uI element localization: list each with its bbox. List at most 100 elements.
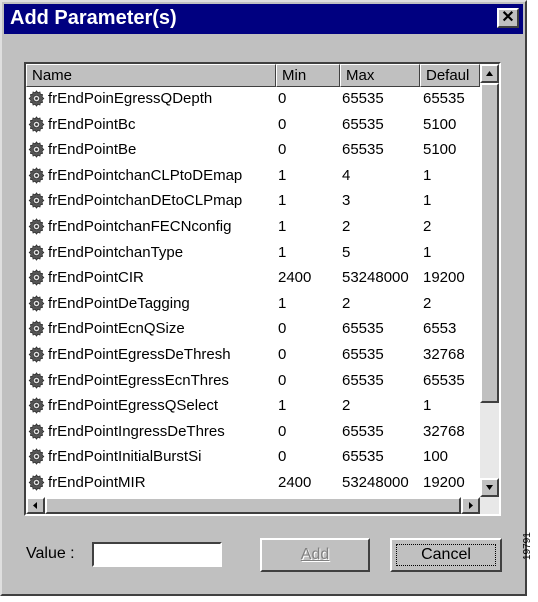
gear-icon bbox=[28, 371, 45, 389]
scroll-left-button[interactable] bbox=[26, 497, 45, 514]
param-name: frEndPoinEgressQDepth bbox=[48, 90, 213, 107]
column-header-name[interactable]: Name bbox=[26, 64, 276, 87]
table-row[interactable]: frEndPointCIR 2400 53248000 19200 bbox=[26, 266, 480, 289]
cancel-button[interactable]: Cancel bbox=[390, 538, 502, 572]
param-name: frEndPointchanFECNconfig bbox=[48, 218, 232, 235]
gear-icon bbox=[28, 141, 45, 158]
param-name: frEndPointchanCLPtoDEmap bbox=[48, 166, 243, 184]
param-name: frEndPointDeTagging bbox=[48, 294, 190, 312]
arrow-left-icon bbox=[33, 502, 37, 509]
value-label: Value : bbox=[26, 545, 75, 562]
gear-icon bbox=[28, 423, 45, 440]
parameter-list[interactable]: Name Min Max Defaul frEndPoinEgressQDept… bbox=[24, 62, 501, 516]
gear-icon bbox=[28, 243, 45, 261]
param-name: frEndPointEcnQSize bbox=[48, 320, 185, 338]
table-row[interactable]: frEndPointEgressQSelect 1 2 1 bbox=[26, 394, 480, 417]
param-default: 5100 bbox=[423, 141, 457, 159]
param-default: 6553 bbox=[423, 320, 457, 338]
cancel-button-label: Cancel bbox=[421, 546, 471, 563]
table-row[interactable]: frEndPoinEgressQDepth 0 65535 65535 bbox=[26, 87, 480, 110]
param-min: 1 bbox=[278, 294, 287, 312]
param-min: 0 bbox=[278, 422, 287, 440]
param-max: 53248000 bbox=[342, 269, 409, 287]
param-min: 0 bbox=[278, 115, 287, 133]
vertical-scroll-thumb[interactable] bbox=[480, 83, 499, 403]
param-min: 1 bbox=[278, 192, 287, 210]
param-max: 53248000 bbox=[342, 474, 409, 491]
param-max: 2 bbox=[342, 397, 351, 415]
param-min: 0 bbox=[278, 346, 287, 363]
scroll-up-button[interactable] bbox=[480, 64, 499, 83]
gear-icon bbox=[28, 397, 45, 414]
gear-icon bbox=[28, 474, 45, 491]
table-row[interactable]: frEndPointBc 0 65535 5100 bbox=[26, 113, 480, 136]
gear-icon bbox=[28, 346, 45, 363]
scroll-right-button[interactable] bbox=[461, 497, 480, 514]
table-row[interactable]: frEndPointchanDEtoCLPmap 1 3 1 bbox=[26, 189, 480, 212]
parameter-rows: frEndPoinEgressQDepth 0 65535 65535 frEndPoi… bbox=[26, 87, 480, 497]
table-row[interactable]: frEndPointBe 0 65535 5100 bbox=[26, 138, 480, 161]
column-header-default[interactable]: Defaul bbox=[420, 64, 480, 87]
param-default: 1 bbox=[423, 243, 432, 261]
param-name: frEndPointInitialBurstSi bbox=[48, 448, 202, 466]
table-row[interactable]: frEndPointEgressEcnThres 0 65535 65535 bbox=[26, 369, 480, 392]
table-row[interactable]: frEndPointIngressDeThres 0 65535 32768 bbox=[26, 420, 480, 443]
add-button[interactable]: Add bbox=[260, 538, 370, 572]
table-row[interactable]: frEndPointchanCLPtoDEmap 1 4 1 bbox=[26, 164, 480, 187]
param-min: 1 bbox=[278, 397, 287, 415]
scroll-down-button[interactable] bbox=[480, 478, 499, 497]
param-min: 1 bbox=[278, 243, 287, 261]
param-min: 2400 bbox=[278, 269, 312, 287]
param-default: 2 bbox=[423, 218, 432, 235]
horizontal-scroll-thumb[interactable] bbox=[45, 497, 461, 514]
arrow-up-icon bbox=[486, 71, 493, 76]
table-row[interactable]: frEndPointEcnQSize 0 65535 6553 bbox=[26, 317, 480, 340]
param-min: 1 bbox=[278, 218, 287, 235]
gear-icon bbox=[28, 295, 45, 312]
dialog-title: Add Parameter(s) bbox=[10, 7, 177, 29]
param-min: 0 bbox=[278, 448, 287, 466]
param-default: 32768 bbox=[423, 422, 465, 440]
param-min: 1 bbox=[278, 166, 287, 184]
param-default: 5100 bbox=[423, 115, 457, 133]
param-default: 19200 bbox=[423, 474, 465, 491]
param-name: frEndPointBc bbox=[48, 115, 136, 133]
param-default: 32768 bbox=[423, 346, 465, 363]
param-max: 65535 bbox=[342, 422, 384, 440]
param-max: 5 bbox=[342, 243, 351, 261]
param-min: 0 bbox=[278, 371, 287, 389]
gear-icon bbox=[28, 218, 45, 235]
param-default: 1 bbox=[423, 397, 432, 415]
close-button[interactable]: ✕ bbox=[497, 8, 519, 28]
param-default: 100 bbox=[423, 448, 449, 466]
table-row[interactable]: frEndPointMIR 2400 53248000 19200 bbox=[26, 471, 480, 494]
param-max: 65535 bbox=[342, 90, 384, 107]
param-max: 65535 bbox=[342, 115, 384, 133]
param-default: 19200 bbox=[423, 269, 465, 287]
column-header-max[interactable]: Max bbox=[340, 64, 420, 87]
table-row[interactable]: frEndPointInitialBurstSi 0 65535 100 bbox=[26, 445, 480, 468]
table-row[interactable]: frEndPointEgressDeThresh 0 65535 32768 bbox=[26, 343, 480, 366]
gear-icon bbox=[28, 269, 45, 286]
vertical-scrollbar[interactable] bbox=[480, 64, 499, 497]
table-row[interactable]: frEndPointDeTagging 1 2 2 bbox=[26, 292, 480, 315]
column-header-min[interactable]: Min bbox=[276, 64, 340, 87]
add-parameters-dialog: Add Parameter(s) ✕ Name Min Max Defaul f… bbox=[0, 0, 527, 596]
param-name: frEndPointchanDEtoCLPmap bbox=[48, 192, 243, 210]
param-max: 3 bbox=[342, 192, 351, 210]
gear-icon bbox=[28, 90, 45, 107]
horizontal-scrollbar[interactable] bbox=[26, 497, 499, 514]
side-mark: 19791 bbox=[522, 532, 533, 560]
value-input[interactable] bbox=[92, 542, 222, 567]
gear-icon bbox=[28, 320, 45, 338]
param-max: 2 bbox=[342, 294, 351, 312]
table-row[interactable]: frEndPointchanFECNconfig 1 2 2 bbox=[26, 215, 480, 238]
param-name: frEndPointBe bbox=[48, 141, 137, 159]
param-default: 1 bbox=[423, 192, 432, 210]
table-row[interactable]: frEndPointchanType 1 5 1 bbox=[26, 241, 480, 264]
title-bar[interactable]: Add Parameter(s) ✕ bbox=[4, 4, 523, 34]
gear-icon bbox=[28, 115, 45, 133]
param-name: frEndPointEgressQSelect bbox=[48, 397, 219, 415]
param-max: 65535 bbox=[342, 346, 384, 363]
param-max: 65535 bbox=[342, 141, 384, 159]
